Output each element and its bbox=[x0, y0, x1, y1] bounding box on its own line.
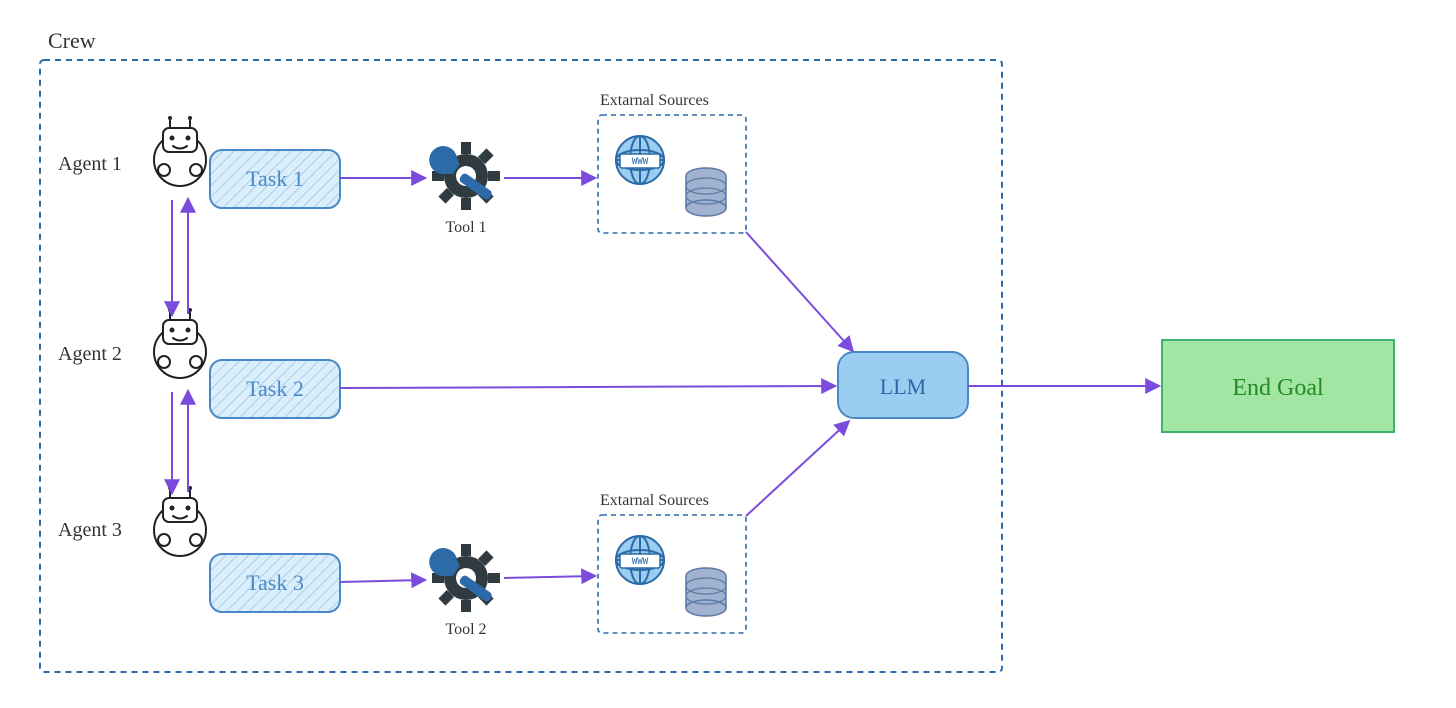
crew-label: Crew bbox=[48, 28, 96, 53]
robot-icon-agent-3 bbox=[154, 486, 206, 556]
llm-box: LLM bbox=[838, 352, 968, 418]
arrow-task3-tool2 bbox=[340, 580, 424, 582]
task-2-label: Task 2 bbox=[246, 376, 304, 401]
www-label-bottom: WWW bbox=[632, 557, 649, 567]
task-3-label: Task 3 bbox=[246, 570, 304, 595]
arrow-tool2-external-bottom bbox=[504, 576, 594, 578]
task-3-box: Task 3 bbox=[210, 554, 340, 612]
agent-1-label: Agent 1 bbox=[58, 153, 122, 175]
tool-1-label: Tool 1 bbox=[445, 219, 486, 236]
task-1-label: Task 1 bbox=[246, 166, 304, 191]
robot-icon-agent-1 bbox=[154, 116, 206, 186]
arrow-external-top-llm bbox=[746, 232, 852, 350]
arrow-task2-llm bbox=[340, 386, 834, 388]
agent-2-label: Agent 2 bbox=[58, 343, 122, 365]
tool-2-label: Tool 2 bbox=[445, 621, 486, 638]
llm-label: LLM bbox=[880, 374, 926, 399]
external-sources-top: Extarnal Sources WWW bbox=[598, 92, 746, 233]
robot-icon-agent-2 bbox=[154, 308, 206, 378]
task-1-box: Task 1 bbox=[210, 150, 340, 208]
database-icon bbox=[686, 568, 726, 616]
task-2-box: Task 2 bbox=[210, 360, 340, 418]
agent-3-label: Agent 3 bbox=[58, 519, 122, 541]
external-sources-bottom: Extarnal Sources WWW bbox=[598, 492, 746, 633]
external-sources-label-top: Extarnal Sources bbox=[600, 92, 709, 109]
tool-1-icon bbox=[418, 128, 514, 224]
database-icon bbox=[686, 168, 726, 216]
external-sources-label-bottom: Extarnal Sources bbox=[600, 492, 709, 509]
end-goal-box: End Goal bbox=[1162, 340, 1394, 432]
tool-2-icon bbox=[418, 530, 514, 626]
arrow-external-bottom-llm bbox=[746, 422, 848, 516]
end-goal-label: End Goal bbox=[1232, 375, 1324, 401]
www-label-top: WWW bbox=[632, 157, 649, 167]
